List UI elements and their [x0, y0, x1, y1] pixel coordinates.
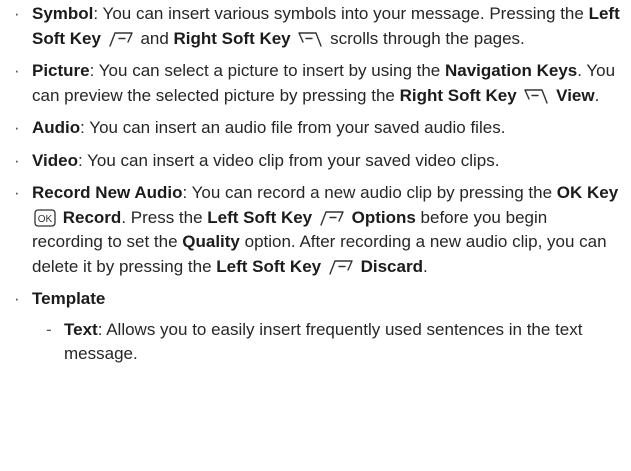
options-label: Options — [351, 207, 416, 227]
list-item-symbol: · Symbol: You can insert various symbols… — [14, 2, 621, 51]
symbol-text-1: : You can insert various symbols into yo… — [93, 4, 589, 23]
term-record-new-audio: Record New Audio — [32, 183, 183, 202]
manual-page: · Symbol: You can insert various symbols… — [0, 0, 631, 471]
list-item-template: · Template - Text: Allows you to easily … — [14, 287, 621, 367]
right-soft-key-icon — [523, 87, 549, 105]
ok-key-icon: OK — [34, 208, 56, 227]
view-label: View — [556, 85, 595, 105]
right-soft-key-label: Right Soft Key — [173, 28, 291, 48]
term-picture: Picture — [32, 61, 90, 80]
ok-key-label: OK Key — [556, 183, 619, 202]
bullet: · — [14, 61, 20, 80]
record-label: Record — [62, 207, 122, 227]
bullet: · — [14, 4, 20, 23]
left-soft-key-label: Left Soft Key — [216, 256, 322, 276]
discard-label: Discard — [360, 256, 423, 276]
term-audio: Audio — [32, 118, 81, 137]
sub-list-item-text: - Text: Allows you to easily insert freq… — [46, 318, 621, 367]
right-soft-key-label: Right Soft Key — [399, 85, 517, 105]
left-soft-key-label: Left Soft Key — [207, 207, 313, 227]
list-item-record-new-audio: · Record New Audio: You can record a new… — [14, 181, 621, 279]
term-symbol: Symbol — [32, 4, 94, 23]
right-soft-key-icon — [297, 30, 323, 48]
symbol-text-3: scrolls through the pages. — [330, 28, 525, 48]
text-item-description: : Allows you to easily insert frequently… — [64, 319, 583, 364]
audio-text-1: : You can insert an audio file from your… — [80, 118, 506, 137]
video-text-1: : You can insert a video clip from your … — [77, 150, 500, 170]
term-text: Text — [64, 319, 98, 339]
bullet: · — [14, 150, 20, 170]
list-item-video: · Video: You can insert a video clip fro… — [14, 149, 621, 174]
navigation-keys-label: Navigation Keys — [444, 61, 578, 80]
term-video: Video — [32, 150, 78, 170]
list-item-audio: · Audio: You can insert an audio file fr… — [14, 116, 621, 141]
dash: - — [46, 319, 52, 339]
record-text-2: . Press the — [121, 207, 208, 227]
left-soft-key-icon — [108, 30, 134, 48]
template-sub-list: - Text: Allows you to easily insert freq… — [32, 318, 621, 367]
list-item-picture: · Picture: You can select a picture to i… — [14, 59, 621, 108]
record-text-5: . — [422, 256, 428, 276]
picture-text-3: . — [594, 85, 600, 105]
record-text-1: : You can record a new audio clip by pre… — [182, 183, 557, 202]
symbol-text-2: and — [140, 28, 174, 48]
left-soft-key-icon — [319, 209, 345, 227]
term-template: Template — [32, 289, 106, 308]
ok-key-icon-text: OK — [38, 214, 53, 225]
picture-text-1: : You can select a picture to insert by … — [89, 61, 445, 80]
bullet: · — [14, 289, 20, 308]
bullet: · — [14, 118, 20, 137]
quality-label: Quality — [182, 232, 240, 251]
left-soft-key-icon — [328, 258, 354, 276]
bullet: · — [14, 183, 20, 202]
